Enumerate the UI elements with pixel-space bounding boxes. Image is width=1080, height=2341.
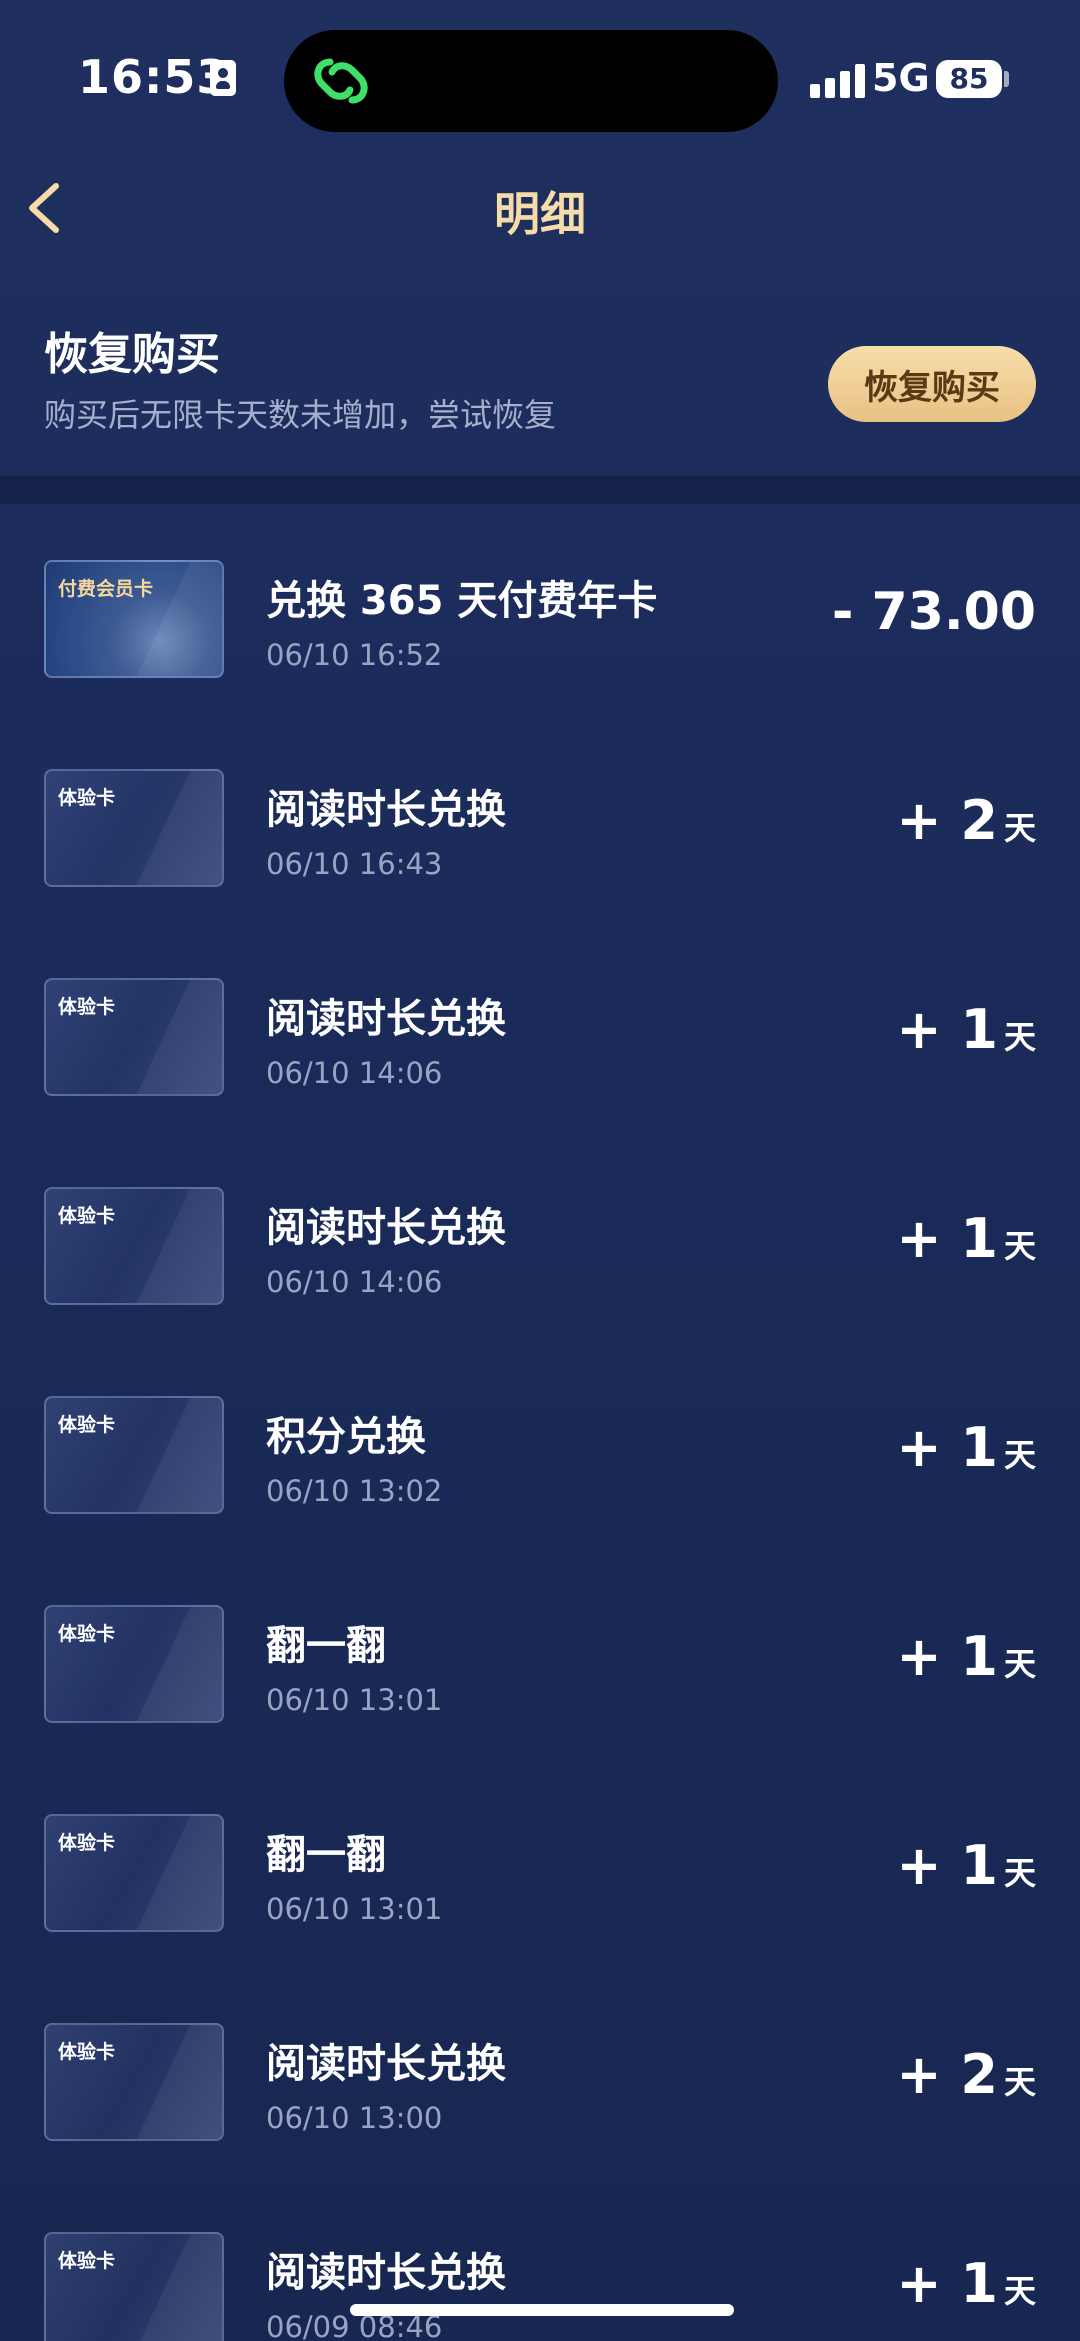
record-list: 付费会员卡 兑换 365 天付费年卡 06/10 16:52 - 73.00 体… — [0, 504, 1080, 2341]
record-time: 06/10 13:02 — [266, 1474, 443, 1508]
record-unit: 天 — [1003, 1018, 1036, 1056]
record-title: 阅读时长兑换 — [266, 787, 506, 833]
contact-card-icon — [210, 60, 236, 96]
card-label: 体验卡 — [58, 2041, 116, 2063]
card-label: 体验卡 — [58, 1623, 116, 1645]
record-time: 06/10 13:01 — [266, 1892, 443, 1926]
trial-card-thumbnail: 体验卡 — [44, 2232, 224, 2341]
status-time: 16:53 — [78, 50, 230, 104]
record-value: + 1天 — [896, 1207, 1036, 1270]
card-label: 体验卡 — [58, 996, 116, 1018]
home-indicator[interactable] — [350, 2304, 734, 2316]
list-item[interactable]: 体验卡 阅读时长兑换 06/10 13:00 + 2天 — [0, 1967, 1080, 2176]
list-item[interactable]: 体验卡 阅读时长兑换 06/10 14:06 + 1天 — [0, 1131, 1080, 1340]
record-time: 06/10 16:43 — [266, 847, 443, 881]
record-title: 阅读时长兑换 — [266, 2041, 506, 2087]
list-item[interactable]: 体验卡 翻一翻 06/10 13:01 + 1天 — [0, 1549, 1080, 1758]
list-item[interactable]: 体验卡 阅读时长兑换 06/10 16:43 + 2天 — [0, 713, 1080, 922]
record-time: 06/10 16:52 — [266, 638, 443, 672]
record-time: 06/10 13:00 — [266, 2101, 443, 2135]
card-label: 体验卡 — [58, 1205, 116, 1227]
paid-card-thumbnail: 付费会员卡 — [44, 560, 224, 678]
detail-screen: 16:53 5G 85 明细 恢复购买 购买后无限卡天数未增加，尝试恢复 恢复购… — [0, 0, 1080, 2341]
record-title: 翻一翻 — [266, 1623, 386, 1669]
trial-card-thumbnail: 体验卡 — [44, 1396, 224, 1514]
record-title: 阅读时长兑换 — [266, 1205, 506, 1251]
record-unit: 天 — [1003, 809, 1036, 847]
record-value: + 1天 — [896, 1416, 1036, 1479]
restore-description: 购买后无限卡天数未增加，尝试恢复 — [44, 396, 557, 434]
record-title: 翻一翻 — [266, 1832, 386, 1878]
record-amount: - 73.00 — [831, 582, 1036, 642]
list-item[interactable]: 付费会员卡 兑换 365 天付费年卡 06/10 16:52 - 73.00 — [0, 504, 1080, 713]
record-time: 06/10 14:06 — [266, 1265, 443, 1299]
record-days: + 2 — [896, 2043, 998, 2106]
record-unit: 天 — [1003, 2063, 1036, 2101]
trial-card-thumbnail: 体验卡 — [44, 2023, 224, 2141]
record-days: + 2 — [896, 789, 998, 852]
list-item[interactable]: 体验卡 阅读时长兑换 06/10 14:06 + 1天 — [0, 922, 1080, 1131]
list-item[interactable]: 体验卡 积分兑换 06/10 13:02 + 1天 — [0, 1340, 1080, 1549]
record-days: + 1 — [896, 1416, 998, 1479]
link-rings-icon — [314, 58, 368, 104]
restore-purchase-button[interactable]: 恢复购买 — [828, 346, 1036, 422]
trial-card-thumbnail: 体验卡 — [44, 1187, 224, 1305]
record-days: + 1 — [896, 998, 998, 1061]
record-days: + 1 — [896, 1207, 998, 1270]
record-title: 阅读时长兑换 — [266, 2250, 506, 2296]
record-unit: 天 — [1003, 1436, 1036, 1474]
cellular-signal-icon — [810, 62, 866, 98]
card-label: 体验卡 — [58, 2250, 116, 2272]
trial-card-thumbnail: 体验卡 — [44, 978, 224, 1096]
record-title: 兑换 365 天付费年卡 — [266, 578, 658, 624]
battery-icon: 85 — [936, 60, 1002, 98]
card-label: 体验卡 — [58, 1832, 116, 1854]
status-bar: 16:53 5G 85 — [0, 0, 1080, 160]
list-item[interactable]: 体验卡 阅读时长兑换 06/09 08:46 + 1天 — [0, 2176, 1080, 2341]
card-label: 付费会员卡 — [58, 578, 154, 600]
record-time: 06/10 14:06 — [266, 1056, 443, 1090]
network-type: 5G — [872, 56, 930, 100]
restore-title: 恢复购买 — [44, 329, 220, 380]
record-unit: 天 — [1003, 1645, 1036, 1683]
trial-card-thumbnail: 体验卡 — [44, 1605, 224, 1723]
record-days: + 1 — [896, 1625, 998, 1688]
dynamic-island — [284, 30, 778, 132]
card-label: 体验卡 — [58, 787, 116, 809]
battery-tip — [1004, 71, 1009, 87]
record-unit: 天 — [1003, 2272, 1036, 2310]
record-value: + 2天 — [896, 789, 1036, 852]
record-days: + 1 — [896, 2252, 998, 2315]
record-value: + 1天 — [896, 1834, 1036, 1897]
record-value: + 1天 — [896, 998, 1036, 1061]
record-days: + 1 — [896, 1834, 998, 1897]
record-time: 06/10 13:01 — [266, 1683, 443, 1717]
record-value: + 2天 — [896, 2043, 1036, 2106]
section-divider — [0, 476, 1080, 504]
page-title: 明细 — [494, 187, 586, 241]
record-value: + 1天 — [896, 1625, 1036, 1688]
trial-card-thumbnail: 体验卡 — [44, 769, 224, 887]
record-title: 积分兑换 — [266, 1414, 426, 1460]
trial-card-thumbnail: 体验卡 — [44, 1814, 224, 1932]
list-item[interactable]: 体验卡 翻一翻 06/10 13:01 + 1天 — [0, 1758, 1080, 1967]
record-value: + 1天 — [896, 2252, 1036, 2315]
record-unit: 天 — [1003, 1227, 1036, 1265]
card-label: 体验卡 — [58, 1414, 116, 1436]
record-title: 阅读时长兑换 — [266, 996, 506, 1042]
record-unit: 天 — [1003, 1854, 1036, 1892]
